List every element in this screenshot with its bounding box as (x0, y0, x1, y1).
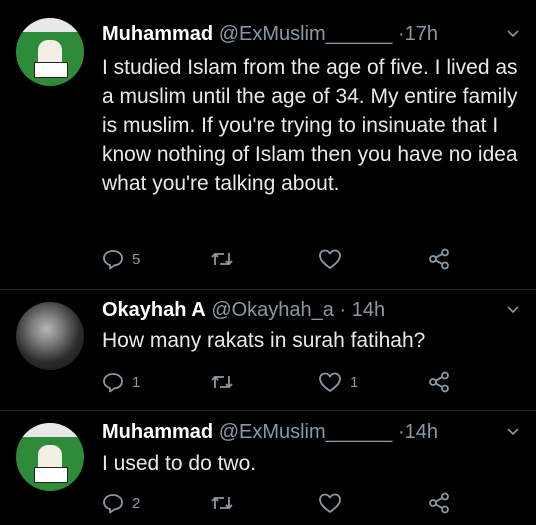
share-icon (429, 371, 449, 393)
share-icon (429, 492, 449, 514)
tweet-header: Muhammad @ExMuslim______ ·14h (102, 418, 520, 446)
retweet-button[interactable] (210, 247, 242, 271)
tweet-text: I studied Islam from the age of five. I … (102, 56, 518, 195)
separator-dot: · (339, 299, 347, 321)
chevron-down-icon[interactable] (506, 20, 520, 48)
tweet-text: I used to do two. (102, 452, 257, 475)
avatar-sign (34, 62, 68, 78)
share-icon (429, 248, 449, 270)
like-button[interactable] (318, 247, 350, 271)
tweet-actions: 5 (102, 247, 462, 271)
reply-button[interactable]: 2 (102, 491, 140, 515)
tweet[interactable]: Muhammad @ExMuslim______ ·17h I studied … (0, 0, 536, 290)
user-handle[interactable]: @ExMuslim______ (219, 421, 393, 443)
tweet-header: Okayhah A @Okayhah_a · 14h (102, 296, 520, 324)
display-name[interactable]: Okayhah A (102, 299, 206, 321)
reply-button[interactable]: 1 (102, 370, 140, 394)
tweet-text: How many rakats in surah fatihah? (102, 329, 426, 352)
reply-count: 5 (132, 250, 141, 268)
tweet-header: Muhammad @ExMuslim______ ·17h (102, 20, 520, 48)
retweet-icon (211, 375, 233, 389)
retweet-button[interactable] (210, 370, 242, 394)
avatar[interactable] (16, 423, 84, 491)
tweet-actions: 2 (102, 491, 462, 515)
heart-icon (319, 249, 341, 269)
reply-icon (103, 250, 123, 270)
tweet[interactable]: Okayhah A @Okayhah_a · 14h How many raka… (0, 290, 536, 410)
reply-icon (103, 373, 123, 393)
tweet[interactable]: Muhammad @ExMuslim______ ·14h I used to … (0, 411, 536, 525)
user-handle[interactable]: @ExMuslim______ (219, 23, 393, 45)
reply-button[interactable]: 5 (102, 247, 140, 271)
reply-icon (103, 494, 123, 514)
like-button[interactable] (318, 491, 350, 515)
reply-count: 1 (132, 373, 141, 391)
display-name[interactable]: Muhammad (102, 421, 213, 443)
reply-count: 2 (132, 494, 141, 512)
chevron-down-icon[interactable] (506, 296, 520, 324)
timestamp[interactable]: 17h (405, 23, 438, 45)
separator-dot: · (397, 421, 405, 443)
timestamp[interactable]: 14h (405, 421, 438, 443)
heart-icon (319, 372, 341, 392)
user-handle[interactable]: @Okayhah_a (211, 299, 334, 321)
like-count: 1 (350, 373, 359, 391)
timestamp[interactable]: 14h (352, 299, 385, 321)
display-name[interactable]: Muhammad (102, 23, 213, 45)
like-button[interactable]: 1 (318, 370, 358, 394)
separator-dot: · (397, 23, 405, 45)
share-button[interactable] (428, 370, 450, 394)
chevron-down-icon[interactable] (506, 418, 520, 446)
retweet-icon (211, 252, 233, 266)
avatar[interactable] (16, 18, 84, 86)
avatar-sign (34, 467, 68, 483)
tweet-actions: 1 1 (102, 370, 462, 394)
share-button[interactable] (428, 491, 450, 515)
avatar[interactable] (16, 302, 84, 370)
retweet-button[interactable] (210, 491, 242, 515)
share-button[interactable] (428, 247, 450, 271)
heart-icon (319, 493, 341, 513)
retweet-icon (211, 496, 233, 510)
